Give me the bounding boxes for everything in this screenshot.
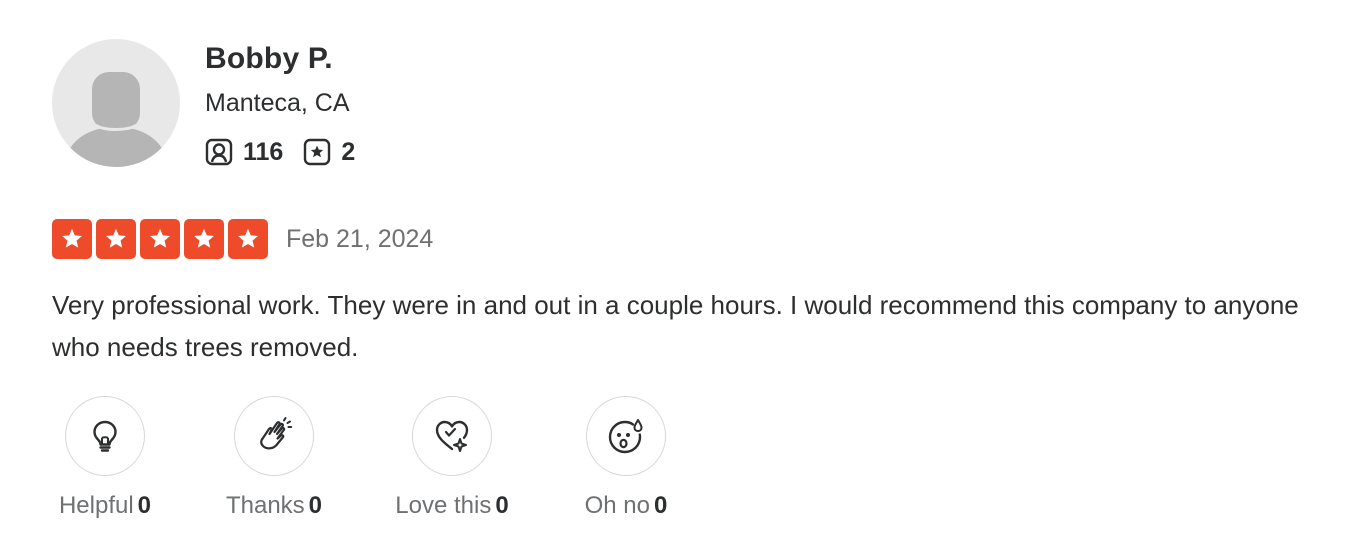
star-icon xyxy=(194,228,214,248)
oh-no-text: Oh no xyxy=(584,492,651,519)
oh-no-count: 0 xyxy=(654,492,668,519)
rating-row: Feb 21, 2024 xyxy=(52,218,433,260)
lightbulb-icon xyxy=(93,420,117,452)
reviewer-name[interactable]: Bobby P. xyxy=(205,42,333,76)
reviewer-location: Manteca, CA xyxy=(205,89,350,117)
star-icon xyxy=(150,228,170,248)
star-icon xyxy=(62,228,82,248)
review-card: Bobby P. Manteca, CA 116 2 Feb 21, 2024 … xyxy=(0,0,1366,556)
default-avatar-icon xyxy=(64,72,168,167)
oh-no-reaction-button[interactable]: Oh no 0 xyxy=(578,396,674,520)
star-box xyxy=(140,219,180,259)
love-this-reaction-button[interactable]: Love this 0 xyxy=(390,396,514,520)
review-date: Feb 21, 2024 xyxy=(286,224,434,253)
surprised-face-icon xyxy=(608,419,643,454)
reaction-bar: Helpful 0 Thanks 0 Love this 0 Oh no 0 xyxy=(0,396,1366,536)
friends-stat: 116 xyxy=(205,138,283,167)
friends-count: 116 xyxy=(243,137,284,166)
star-box xyxy=(52,219,92,259)
thanks-text: Thanks xyxy=(225,492,305,519)
thanks-reaction-button[interactable]: Thanks 0 xyxy=(222,396,326,520)
helpful-reaction-button[interactable]: Helpful 0 xyxy=(52,396,158,520)
friends-icon xyxy=(205,138,233,166)
reviews-count: 2 xyxy=(341,137,356,166)
star-icon xyxy=(238,228,258,248)
oh-no-circle[interactable] xyxy=(586,396,666,476)
thanks-circle[interactable] xyxy=(234,396,314,476)
reviewer-stats: 116 2 xyxy=(205,137,355,167)
love-this-label: Love this 0 xyxy=(395,492,508,520)
thanks-label: Thanks 0 xyxy=(226,492,322,520)
heart-sparkle-icon xyxy=(435,420,469,452)
review-text: Very professional work. They were in and… xyxy=(52,290,1299,362)
clapping-hands-icon xyxy=(260,417,293,450)
helpful-label: Helpful 0 xyxy=(59,492,151,520)
star-box xyxy=(228,219,268,259)
love-this-circle[interactable] xyxy=(412,396,492,476)
star-icon xyxy=(106,228,126,248)
reviews-star-icon xyxy=(304,138,331,166)
reviews-stat: 2 xyxy=(303,138,355,167)
helpful-circle[interactable] xyxy=(65,396,145,476)
avatar[interactable] xyxy=(52,39,180,167)
helpful-count: 0 xyxy=(137,492,152,519)
helpful-text: Helpful xyxy=(58,492,134,519)
love-this-text: Love this xyxy=(395,492,492,519)
star-rating xyxy=(52,219,268,259)
thanks-count: 0 xyxy=(308,492,323,519)
love-this-count: 0 xyxy=(495,492,509,519)
star-box xyxy=(96,219,136,259)
oh-no-label: Oh no 0 xyxy=(585,492,668,520)
star-box xyxy=(184,219,224,259)
